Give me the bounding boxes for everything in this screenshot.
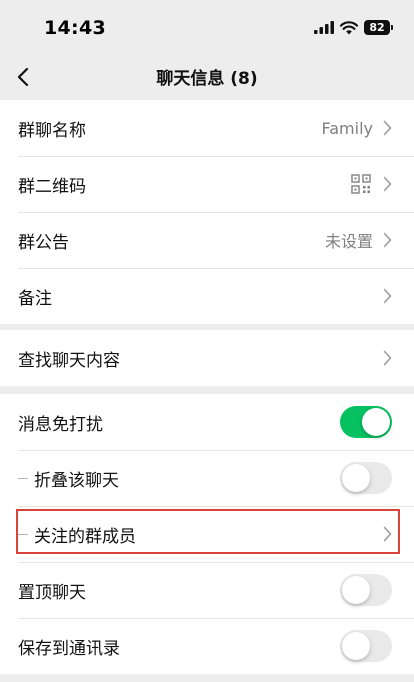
row-search-chat-content[interactable]: 查找聊天内容 xyxy=(0,330,414,386)
toggle-knob xyxy=(342,632,370,660)
row-label: 备注 xyxy=(18,288,52,309)
row-pin-chat: 置顶聊天 xyxy=(0,562,414,618)
row-mute-notifications: 消息免打扰 xyxy=(0,394,414,450)
row-label: 查找聊天内容 xyxy=(18,350,120,371)
row-followed-members[interactable]: 关注的群成员 xyxy=(0,506,414,562)
group-info-list: 群聊名称 Family 群二维码 群公告 未设置 备注 xyxy=(0,100,414,324)
row-label: 群公告 xyxy=(18,232,69,253)
sub-item-dash xyxy=(18,533,28,535)
mute-notifications-toggle[interactable] xyxy=(340,406,392,438)
row-save-to-contacts: 保存到通讯录 xyxy=(0,618,414,674)
wifi-icon xyxy=(340,20,358,34)
status-icons: 82 xyxy=(314,20,393,35)
row-value: 未设置 xyxy=(324,232,373,251)
toggle-knob xyxy=(342,464,370,492)
row-label: 折叠该聊天 xyxy=(34,470,119,491)
search-list: 查找聊天内容 xyxy=(0,330,414,386)
row-label: 置顶聊天 xyxy=(18,582,86,603)
toggle-knob xyxy=(362,408,390,436)
chevron-right-icon xyxy=(383,288,392,304)
toggle-knob xyxy=(342,576,370,604)
status-bar: 14:43 82 xyxy=(0,0,414,56)
row-label: 消息免打扰 xyxy=(18,414,103,435)
chevron-right-icon xyxy=(383,176,392,192)
row-label: 关注的群成员 xyxy=(34,526,136,547)
status-time: 14:43 xyxy=(44,17,106,39)
chevron-right-icon xyxy=(383,120,392,136)
row-group-qr-code[interactable]: 群二维码 xyxy=(0,156,414,212)
signal-icon xyxy=(314,21,334,34)
chevron-right-icon xyxy=(383,526,392,542)
nav-bar: 聊天信息 (8) xyxy=(0,56,414,98)
row-label: 群聊名称 xyxy=(18,120,86,141)
chevron-right-icon xyxy=(383,232,392,248)
row-label: 群二维码 xyxy=(18,176,86,197)
row-group-announcement[interactable]: 群公告 未设置 xyxy=(0,212,414,268)
settings-list: 消息免打扰 折叠该聊天 关注的群成员 置顶聊天 保存到通讯录 xyxy=(0,394,414,674)
row-label: 保存到通讯录 xyxy=(18,638,120,659)
battery-level: 82 xyxy=(369,21,385,34)
row-remark[interactable]: 备注 xyxy=(0,268,414,324)
save-to-contacts-toggle[interactable] xyxy=(340,630,392,662)
page-title: 聊天信息 (8) xyxy=(156,69,258,89)
row-group-name[interactable]: 群聊名称 Family xyxy=(0,100,414,156)
chevron-right-icon xyxy=(383,350,392,366)
qr-code-icon xyxy=(351,174,371,194)
fold-chat-toggle[interactable] xyxy=(340,462,392,494)
row-value: Family xyxy=(321,118,373,138)
row-fold-chat: 折叠该聊天 xyxy=(0,450,414,506)
sub-item-dash xyxy=(18,477,28,479)
battery-icon: 82 xyxy=(364,20,393,35)
pin-chat-toggle[interactable] xyxy=(340,574,392,606)
